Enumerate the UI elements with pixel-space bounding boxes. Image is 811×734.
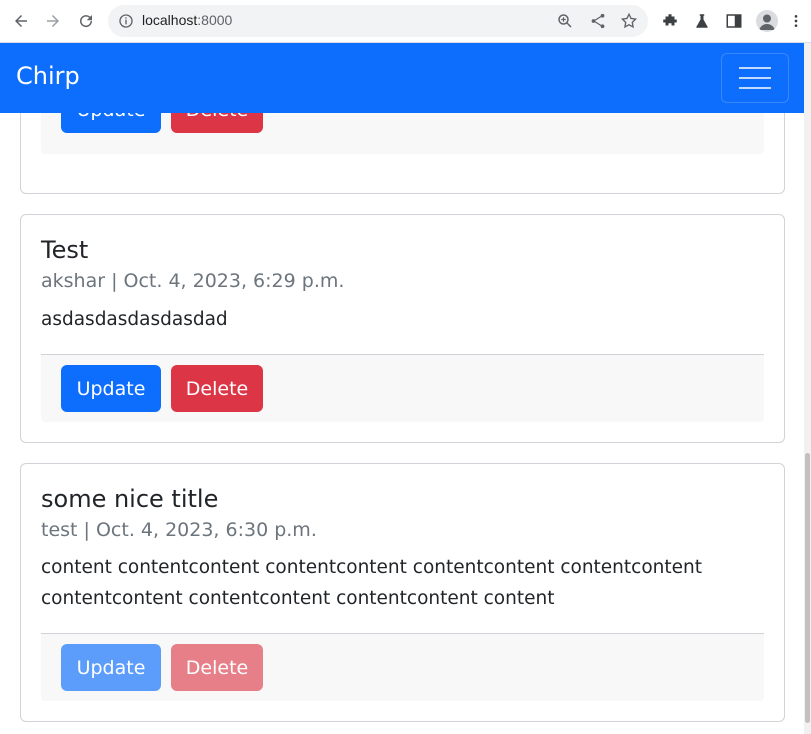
zoom-icon[interactable] (556, 12, 574, 30)
delete-button[interactable]: Delete (171, 365, 263, 412)
card-footer: Update Delete (41, 354, 764, 422)
side-panel-icon[interactable] (724, 11, 744, 31)
post-card: Test akshar | Oct. 4, 2023, 6:29 p.m. as… (20, 214, 785, 443)
bookmark-star-icon[interactable] (620, 12, 638, 30)
delete-button[interactable]: Delete (171, 644, 263, 691)
url-port: :8000 (197, 12, 233, 28)
site-info-icon[interactable] (118, 13, 134, 29)
hamburger-line (739, 87, 771, 89)
extensions-icon[interactable] (660, 11, 680, 31)
url-host: localhost (142, 12, 198, 28)
share-icon[interactable] (589, 12, 607, 30)
update-button[interactable]: Update (61, 644, 161, 691)
reload-icon[interactable] (73, 8, 99, 34)
back-icon[interactable] (8, 8, 34, 34)
scrollbar-thumb[interactable] (805, 453, 810, 723)
page-scrollbar[interactable] (804, 43, 811, 734)
browser-toolbar: localhost:8000 (0, 0, 811, 43)
hamburger-line (739, 77, 771, 79)
post-content: asdasdasdasdasdad (41, 309, 228, 330)
post-title: some nice title (41, 485, 219, 513)
forward-icon[interactable] (40, 8, 66, 34)
post-title: Test (41, 236, 89, 264)
browser-menu-icon[interactable] (790, 11, 802, 31)
hamburger-menu-icon (739, 67, 771, 69)
card-footer: Update Delete (41, 633, 764, 701)
address-bar[interactable]: localhost:8000 (108, 5, 648, 37)
site-navbar: Chirp (0, 43, 804, 113)
url-text[interactable]: localhost:8000 (142, 12, 232, 28)
update-button[interactable]: Update (61, 365, 161, 412)
post-content: content contentcontent contentcontent co… (41, 557, 702, 609)
page-viewport: Update Delete Test akshar | Oct. 4, 2023… (0, 43, 804, 734)
profile-avatar-icon[interactable] (756, 10, 778, 32)
post-meta: akshar | Oct. 4, 2023, 6:29 p.m. (41, 270, 345, 292)
post-card: some nice title test | Oct. 4, 2023, 6:3… (20, 463, 785, 722)
labs-flask-icon[interactable] (692, 11, 712, 31)
post-meta: test | Oct. 4, 2023, 6:30 p.m. (41, 519, 317, 541)
navbar-toggler-button[interactable] (721, 53, 789, 103)
brand-logo[interactable]: Chirp (16, 62, 80, 90)
